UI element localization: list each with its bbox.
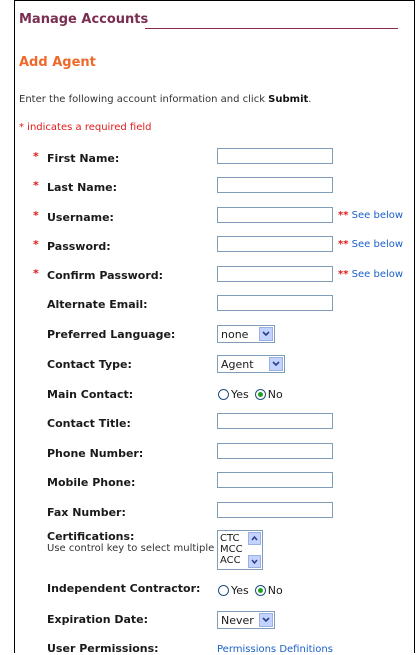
contact-type-value: Agent [221, 357, 254, 371]
confirm-password-input[interactable] [217, 266, 333, 282]
required-marker: * [33, 179, 39, 192]
title-underline [145, 28, 398, 29]
alternate-email-input[interactable] [217, 295, 333, 311]
see-below-marker: ** [338, 210, 349, 221]
last-name-label: Last Name: [47, 181, 118, 194]
see-below-text: See below [348, 210, 404, 221]
permissions-definitions-link[interactable]: Permissions Definitions [217, 644, 333, 655]
mobile-phone-input[interactable] [217, 472, 333, 488]
certifications-hint: Use control key to select multiple [47, 543, 215, 554]
required-marker: * [33, 267, 39, 280]
main-contact-no-label: No [267, 388, 283, 401]
required-marker: * [33, 209, 39, 222]
certifications-scrollbar[interactable] [248, 532, 261, 568]
phone-number-input[interactable] [217, 443, 333, 459]
instructions-prefix: Enter the following account information … [19, 94, 269, 105]
fax-number-input[interactable] [217, 502, 333, 518]
user-permissions-label: User Permissions: [47, 642, 159, 655]
preferred-language-select[interactable]: none [217, 325, 275, 343]
instructions-submit: Submit [268, 94, 309, 105]
username-label: Username: [47, 211, 114, 224]
contact-type-label: Contact Type: [47, 358, 132, 371]
see-below-marker: ** [338, 269, 349, 280]
phone-number-label: Phone Number: [47, 447, 144, 460]
first-name-input[interactable] [217, 148, 333, 164]
confirm-password-label: Confirm Password: [47, 269, 164, 282]
chevron-down-icon[interactable] [259, 613, 273, 627]
scroll-down-arrow-icon[interactable] [248, 555, 261, 568]
required-marker: * [33, 150, 39, 163]
main-contact-yes-label: Yes [231, 388, 249, 401]
main-contact-label: Main Contact: [47, 388, 134, 401]
chevron-down-icon[interactable] [269, 357, 283, 371]
see-below-link[interactable]: ** See below [338, 210, 403, 221]
main-contact-radio-group: Yes No [218, 388, 283, 401]
certification-option[interactable]: MCC [220, 544, 243, 555]
instructions-suffix: . [308, 94, 312, 105]
mobile-phone-label: Mobile Phone: [47, 476, 136, 489]
page-title: Manage Accounts [19, 12, 149, 27]
main-contact-yes-radio[interactable] [218, 389, 229, 400]
certification-option[interactable]: ACC [220, 555, 241, 566]
expiration-date-label: Expiration Date: [47, 613, 149, 626]
required-marker: * [33, 238, 39, 251]
see-below-marker: ** [338, 239, 349, 250]
independent-contractor-yes-radio[interactable] [218, 585, 229, 596]
certification-option[interactable]: CTC [220, 533, 240, 544]
username-input[interactable] [217, 207, 333, 223]
scroll-up-arrow-icon[interactable] [248, 532, 261, 545]
contact-type-select[interactable]: Agent [217, 355, 285, 373]
preferred-language-label: Preferred Language: [47, 328, 176, 341]
independent-contractor-yes-label: Yes [231, 584, 249, 597]
required-field-note: * indicates a required field [19, 122, 152, 133]
instructions: Enter the following account information … [19, 94, 311, 105]
alternate-email-label: Alternate Email: [47, 298, 148, 311]
fax-number-label: Fax Number: [47, 506, 126, 519]
password-label: Password: [47, 240, 111, 253]
expiration-date-value: Never [221, 613, 254, 627]
independent-contractor-no-radio[interactable] [254, 585, 266, 596]
see-below-link[interactable]: ** See below [338, 239, 403, 250]
contact-title-input[interactable] [217, 413, 333, 429]
password-input[interactable] [217, 236, 333, 252]
see-below-link[interactable]: ** See below [338, 269, 403, 280]
main-contact-no-radio[interactable] [254, 389, 266, 400]
independent-contractor-label: Independent Contractor: [47, 582, 201, 595]
independent-contractor-no-label: No [267, 584, 283, 597]
certifications-label: Certifications: [47, 530, 135, 543]
section-title: Add Agent [19, 55, 96, 70]
see-below-text: See below [348, 269, 404, 280]
see-below-text: See below [348, 239, 404, 250]
independent-contractor-radio-group: Yes No [218, 584, 283, 597]
chevron-down-icon[interactable] [259, 327, 273, 341]
expiration-date-select[interactable]: Never [217, 611, 275, 629]
preferred-language-value: none [221, 327, 249, 341]
certifications-listbox[interactable]: CTC MCC ACC [217, 530, 263, 570]
contact-title-label: Contact Title: [47, 417, 131, 430]
last-name-input[interactable] [217, 177, 333, 193]
first-name-label: First Name: [47, 152, 120, 165]
